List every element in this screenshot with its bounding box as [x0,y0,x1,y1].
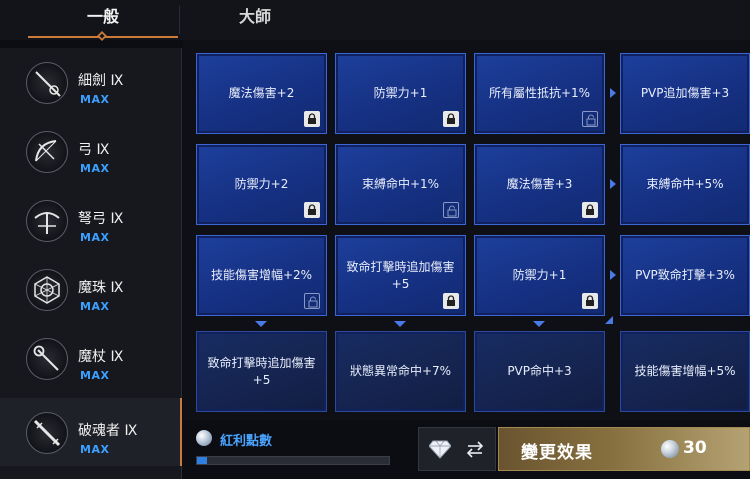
effect-node[interactable]: 技能傷害增幅+5% [620,331,750,412]
weapon-level: MAX [80,369,110,382]
tab-master[interactable]: 大師 [180,0,330,38]
bonus-progress-fill [197,457,207,464]
tab-diamond-icon [97,31,107,41]
effect-label: 魔法傷害+3 [506,177,573,191]
effect-node[interactable]: 束縛命中+1% [335,144,466,225]
effect-label: 技能傷害增幅+5% [634,364,736,378]
effect-label: 致命打擊時追加傷害+5 [207,355,316,387]
unlock-icon [304,293,320,309]
lock-icon [443,111,459,127]
soulbreaker-icon [26,412,68,454]
weapon-level: MAX [80,443,110,456]
lock-icon [582,293,598,309]
staff-icon [26,338,68,380]
effect-node[interactable]: 防禦力+1 [335,53,466,134]
unlock-icon [443,202,459,218]
effect-label: 所有屬性抵抗+1% [488,86,591,100]
bow-icon [26,131,68,173]
weapon-item-crossbow[interactable]: 弩弓 Ⅸ MAX [0,186,182,254]
effect-node[interactable]: 魔法傷害+3 [474,144,605,225]
connector-arrow-icon [610,179,616,189]
effect-label: 技能傷害增幅+2% [210,268,313,282]
effect-node[interactable]: 技能傷害增幅+2% [196,235,327,316]
effect-node[interactable]: 所有屬性抵抗+1% [474,53,605,134]
silver-coin-icon [661,440,679,458]
effect-label: 狀態異常命中+7% [349,364,452,378]
effect-node[interactable]: 束縛命中+5% [620,144,750,225]
weapon-item-bow[interactable]: 弓 Ⅸ MAX [0,117,182,185]
effect-node[interactable]: 防禦力+1 [474,235,605,316]
lock-icon [582,202,598,218]
corner-mark-icon [605,316,613,324]
change-effect-label: 變更效果 [521,443,593,463]
connector-arrow-icon [610,270,616,280]
effect-label: 防禦力+2 [234,177,289,191]
effect-label: 防禦力+1 [512,268,567,282]
weapon-name: 破魂者 Ⅸ [78,423,138,439]
crossbow-icon [26,200,68,242]
change-effect-button[interactable]: 變更效果 30 [498,427,750,471]
weapon-sidebar: 細劍 Ⅸ MAX 弓 Ⅸ MAX 弩弓 Ⅸ MAX 魔珠 Ⅸ MAX 魔杖 Ⅸ … [0,48,182,479]
connector-arrow-icon [394,321,406,327]
bonus-point-icon [196,430,212,446]
effect-node[interactable]: 致命打擊時追加傷害+5 [196,331,327,412]
weapon-level: MAX [80,162,110,175]
lock-icon [304,111,320,127]
effect-label: PVP追加傷害+3 [640,86,730,100]
rapier-icon [26,62,68,104]
weapon-name: 魔杖 Ⅸ [78,349,124,365]
weapon-name: 弓 Ⅸ [78,142,110,158]
weapon-level: MAX [80,300,110,313]
effect-node[interactable]: PVP致命打擊+3% [620,235,750,316]
orb-icon [26,269,68,311]
effect-label: PVP致命打擊+3% [635,268,735,282]
bonus-point-label: 紅利點數 [220,434,273,449]
weapon-item-rapier[interactable]: 細劍 Ⅸ MAX [0,48,182,116]
unlock-icon [582,111,598,127]
weapon-level: MAX [80,93,110,106]
change-cost: 30 [683,438,707,458]
bonus-progress-bar [196,456,390,465]
connector-arrow-icon [533,321,545,327]
weapon-name: 細劍 Ⅸ [78,73,124,89]
lock-icon [443,293,459,309]
connector-arrow-icon [610,88,616,98]
currency-swap-button[interactable] [418,427,496,471]
weapon-level: MAX [80,231,110,244]
weapon-item-orb[interactable]: 魔珠 Ⅸ MAX [0,255,182,323]
effect-node[interactable]: 防禦力+2 [196,144,327,225]
connector-arrow-icon [255,321,267,327]
enhancement-grid: 魔法傷害+2 防禦力+1 所有屬性抵抗+1% PVP追加傷害+3 防禦力+2 束… [183,40,750,420]
effect-node[interactable]: PVP追加傷害+3 [620,53,750,134]
effect-node[interactable]: 致命打擊時追加傷害+5 [335,235,466,316]
weapon-item-soulbreaker[interactable]: 破魂者 Ⅸ MAX [0,398,182,466]
top-tab-bar: 一般 大師 [0,0,750,41]
weapon-name: 弩弓 Ⅸ [78,211,124,227]
effect-label: 束縛命中+1% [361,177,440,191]
effect-label: PVP命中+3 [507,364,572,378]
lock-icon [304,202,320,218]
swap-arrows-icon [466,441,484,458]
effect-label: 魔法傷害+2 [228,86,295,100]
effect-label: 束縛命中+5% [646,177,724,191]
weapon-item-staff[interactable]: 魔杖 Ⅸ MAX [0,324,182,392]
effect-node[interactable]: 魔法傷害+2 [196,53,327,134]
effect-label: 致命打擊時追加傷害+5 [346,259,455,291]
effect-label: 防禦力+1 [373,86,428,100]
effect-node[interactable]: PVP命中+3 [474,331,605,412]
weapon-name: 魔珠 Ⅸ [78,280,124,296]
diamond-icon [429,440,451,459]
effect-node[interactable]: 狀態異常命中+7% [335,331,466,412]
